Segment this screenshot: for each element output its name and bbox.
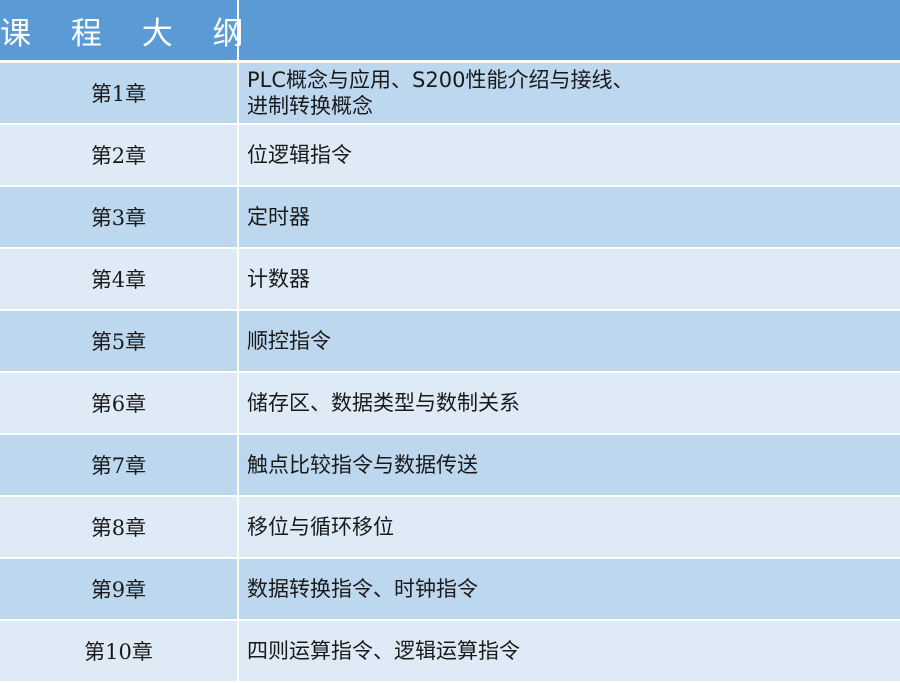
chapter-topic-line1: PLC概念与应用、S200性能介绍与接线、 (247, 68, 634, 92)
course-outline-table: 课 程 大 纲 第1章 PLC概念与应用、S200性能介绍与接线、 进制转换概念… (0, 0, 900, 683)
chapter-topic-line2: 进制转换概念 (247, 94, 373, 118)
table-row: 第8章 移位与循环移位 (0, 497, 900, 559)
chapter-topic: 位逻辑指令 (239, 125, 900, 187)
chapter-topic: 数据转换指令、时钟指令 (239, 559, 900, 621)
table-row: 第9章 数据转换指令、时钟指令 (0, 559, 900, 621)
chapter-topic: 定时器 (239, 187, 900, 249)
chapter-topic: 计数器 (239, 249, 900, 311)
table-row: 第3章 定时器 (0, 187, 900, 249)
chapter-number: 第5章 (0, 311, 239, 373)
chapter-topic: 顺控指令 (239, 311, 900, 373)
table-row: 第10章 四则运算指令、逻辑运算指令 (0, 621, 900, 683)
chapter-number: 第1章 (0, 63, 239, 125)
header-row: 课 程 大 纲 (0, 0, 900, 63)
chapter-number: 第6章 (0, 373, 239, 435)
chapter-number: 第10章 (0, 621, 239, 683)
table-row: 第6章 储存区、数据类型与数制关系 (0, 373, 900, 435)
table-row: 第2章 位逻辑指令 (0, 125, 900, 187)
table-row: 第4章 计数器 (0, 249, 900, 311)
table-row: 第1章 PLC概念与应用、S200性能介绍与接线、 进制转换概念 (0, 63, 900, 125)
chapter-number: 第2章 (0, 125, 239, 187)
chapter-number: 第3章 (0, 187, 239, 249)
chapter-topic: 储存区、数据类型与数制关系 (239, 373, 900, 435)
chapter-topic: PLC概念与应用、S200性能介绍与接线、 进制转换概念 (239, 63, 900, 125)
table-row: 第5章 顺控指令 (0, 311, 900, 373)
table-row: 第7章 触点比较指令与数据传送 (0, 435, 900, 497)
chapter-number: 第9章 (0, 559, 239, 621)
chapter-number: 第8章 (0, 497, 239, 559)
chapter-topic: 移位与循环移位 (239, 497, 900, 559)
chapter-topic: 四则运算指令、逻辑运算指令 (239, 621, 900, 683)
chapter-number: 第4章 (0, 249, 239, 311)
chapter-number: 第7章 (0, 435, 239, 497)
chapter-topic: 触点比较指令与数据传送 (239, 435, 900, 497)
outline-title: 课 程 大 纲 (0, 0, 244, 63)
header-empty-cell (239, 0, 900, 63)
